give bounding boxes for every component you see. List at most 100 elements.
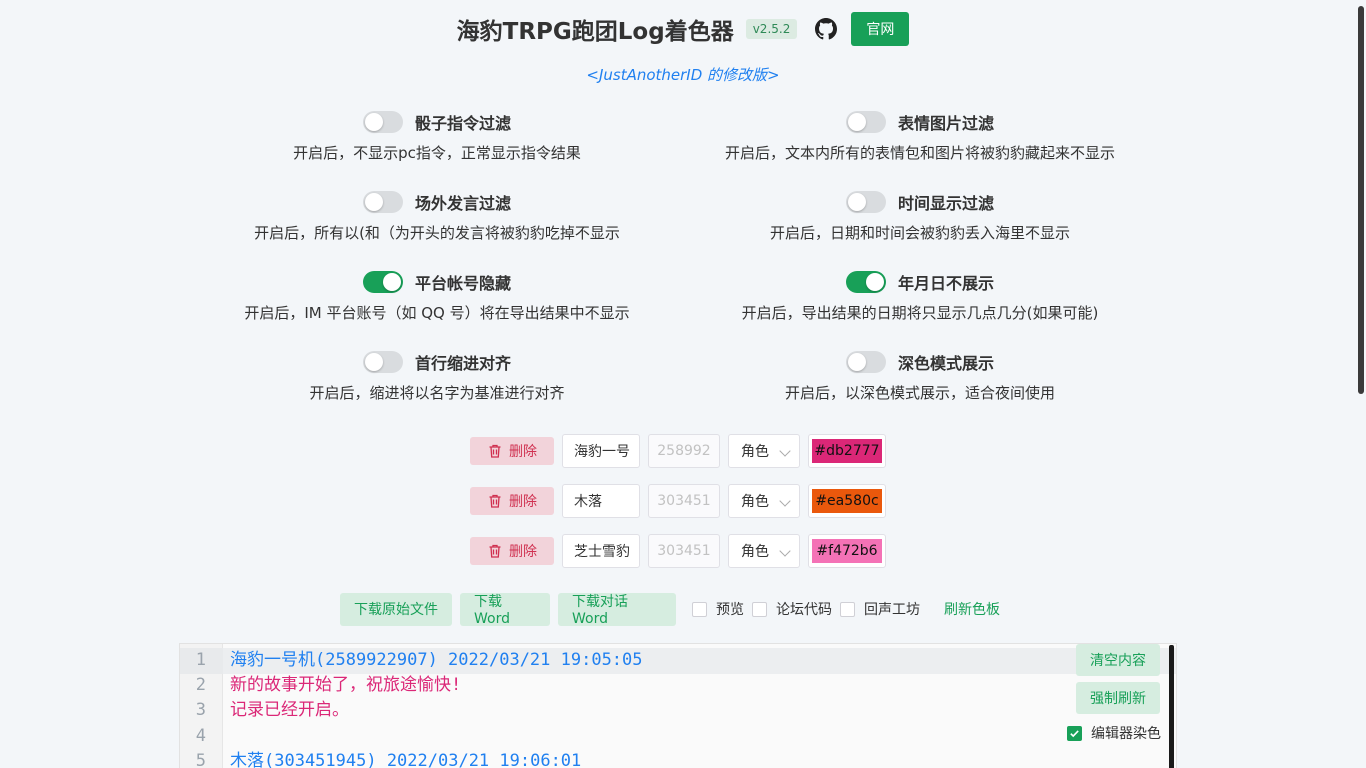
account-hide-switch[interactable] bbox=[362, 271, 403, 293]
color-picker[interactable]: #db2777 bbox=[808, 434, 886, 468]
color-value: #db2777 bbox=[812, 439, 882, 463]
role-value: 角色 bbox=[741, 494, 769, 510]
character-name-input[interactable]: 芝士雪豹 bbox=[562, 534, 640, 568]
version-badge: v2.5.2 bbox=[745, 19, 798, 39]
editor-color-checkbox[interactable]: 编辑器染色 bbox=[1067, 723, 1161, 743]
dice-filter-switch[interactable] bbox=[362, 111, 403, 133]
header: 海豹TRPG跑团Log着色器 v2.5.2 官网 bbox=[0, 10, 1366, 48]
option-title: 表情图片过滤 bbox=[897, 114, 994, 133]
line-number: 2 bbox=[195, 675, 206, 695]
option-desc: 开启后，导出结果的日期将只显示几点几分(如果可能) bbox=[741, 304, 1099, 322]
line-text: 新的故事开始了，祝旅途愉快! bbox=[230, 675, 462, 695]
github-icon[interactable] bbox=[815, 18, 838, 40]
option-desc: 开启后，IM 平台账号（如 QQ 号）将在导出结果中不显示 bbox=[244, 304, 630, 322]
date-hide-switch[interactable] bbox=[845, 271, 886, 293]
echo-workshop-checkbox[interactable]: 回声工坊 bbox=[840, 599, 920, 619]
action-bar: 下载原始文件 下载Word 下载对话Word 预览 论坛代码 回声工坊 刷新色板 bbox=[340, 592, 1000, 627]
chevron-down-icon bbox=[779, 495, 791, 507]
role-value: 角色 bbox=[741, 444, 769, 460]
role-select[interactable]: 角色 bbox=[728, 484, 800, 518]
character-id-input[interactable]: 258992 bbox=[648, 434, 720, 468]
official-site-button[interactable]: 官网 bbox=[851, 12, 910, 46]
delete-button[interactable]: 删除 bbox=[470, 487, 554, 515]
option-desc: 开启后，日期和时间会被豹豹丢入海里不显示 bbox=[769, 224, 1070, 242]
option-desc: 开启后，缩进将以名字为基准进行对齐 bbox=[309, 384, 565, 402]
checkbox-box[interactable] bbox=[1067, 725, 1082, 741]
delete-label: 删除 bbox=[509, 494, 537, 510]
checkbox-box[interactable] bbox=[840, 601, 855, 617]
option-title: 年月日不展示 bbox=[897, 274, 994, 293]
download-raw-button[interactable]: 下载原始文件 bbox=[340, 592, 452, 626]
option-account-hide: 平台帐号隐藏 开启后，IM 平台账号（如 QQ 号）将在导出结果中不显示 bbox=[157, 270, 717, 323]
preview-checkbox[interactable]: 预览 bbox=[692, 599, 744, 619]
line-number: 4 bbox=[195, 726, 206, 746]
page-title: 海豹TRPG跑团Log着色器 bbox=[456, 19, 734, 45]
option-desc: 开启后，不显示pc指令，正常显示指令结果 bbox=[293, 144, 581, 162]
option-title: 场外发言过滤 bbox=[414, 194, 511, 213]
refresh-palette-link[interactable]: 刷新色板 bbox=[944, 599, 1000, 619]
role-value: 角色 bbox=[741, 544, 769, 560]
character-row: 删除 海豹一号 258992 角色 #db2777 bbox=[470, 434, 886, 468]
checkbox-label: 论坛代码 bbox=[776, 602, 832, 618]
line-number: 5 bbox=[195, 751, 206, 768]
page-scrollbar-thumb[interactable] bbox=[1358, 6, 1364, 394]
option-title: 平台帐号隐藏 bbox=[414, 274, 511, 293]
color-value: #f472b6 bbox=[812, 539, 882, 563]
option-dark-mode: 深色模式展示 开启后，以深色模式展示，适合夜间使用 bbox=[640, 350, 1200, 403]
editor-line: 3 记录已经开启。 bbox=[180, 698, 1170, 723]
dark-mode-switch[interactable] bbox=[845, 351, 886, 373]
download-dialog-word-button[interactable]: 下载对话Word bbox=[558, 592, 676, 627]
checkbox-label: 回声工坊 bbox=[864, 602, 920, 618]
line-text: 木落(303451945) 2022/03/21 19:06:01 bbox=[230, 751, 582, 768]
log-editor[interactable]: 1 海豹一号机(2589922907) 2022/03/21 19:05:05 … bbox=[179, 643, 1177, 768]
option-title: 时间显示过滤 bbox=[897, 194, 994, 213]
option-desc: 开启后，以深色模式展示，适合夜间使用 bbox=[784, 384, 1055, 402]
delete-label: 删除 bbox=[509, 544, 537, 560]
trash-icon bbox=[489, 444, 501, 458]
character-row: 删除 木落 303451 角色 #ea580c bbox=[470, 484, 886, 518]
character-name-input[interactable]: 海豹一号 bbox=[562, 434, 640, 468]
time-filter-switch[interactable] bbox=[845, 191, 886, 213]
character-row: 删除 芝士雪豹 303451 角色 #f472b6 bbox=[470, 534, 886, 568]
force-refresh-button[interactable]: 强制刷新 bbox=[1076, 682, 1160, 714]
option-date-hide: 年月日不展示 开启后，导出结果的日期将只显示几点几分(如果可能) bbox=[640, 270, 1200, 323]
checkbox-label: 编辑器染色 bbox=[1091, 726, 1161, 742]
editor-line: 1 海豹一号机(2589922907) 2022/03/21 19:05:05 bbox=[180, 648, 1170, 673]
line-number: 3 bbox=[195, 700, 206, 720]
character-name-input[interactable]: 木落 bbox=[562, 484, 640, 518]
download-word-button[interactable]: 下载Word bbox=[460, 592, 550, 627]
option-desc: 开启后，文本内所有的表情包和图片将被豹豹藏起来不显示 bbox=[724, 144, 1115, 162]
forum-code-checkbox[interactable]: 论坛代码 bbox=[752, 599, 832, 619]
color-picker[interactable]: #ea580c bbox=[808, 484, 886, 518]
checkbox-label: 预览 bbox=[716, 602, 744, 618]
option-emoji-filter: 表情图片过滤 开启后，文本内所有的表情包和图片将被豹豹藏起来不显示 bbox=[640, 110, 1200, 163]
option-dice-filter: 骰子指令过滤 开启后，不显示pc指令，正常显示指令结果 bbox=[157, 110, 717, 163]
editor-scrollbar[interactable] bbox=[1169, 645, 1174, 768]
checkbox-box[interactable] bbox=[692, 601, 707, 617]
clear-content-button[interactable]: 清空内容 bbox=[1076, 644, 1160, 676]
character-id-input[interactable]: 303451 bbox=[648, 534, 720, 568]
delete-button[interactable]: 删除 bbox=[470, 437, 554, 465]
option-title: 骰子指令过滤 bbox=[414, 114, 511, 133]
subtitle-link[interactable]: <JustAnotherID 的修改版> bbox=[0, 64, 1366, 85]
role-select[interactable]: 角色 bbox=[728, 534, 800, 568]
character-id-input[interactable]: 303451 bbox=[648, 484, 720, 518]
chevron-down-icon bbox=[779, 545, 791, 557]
indent-align-switch[interactable] bbox=[362, 351, 403, 373]
check-icon bbox=[1070, 729, 1079, 737]
checkbox-box[interactable] bbox=[752, 601, 767, 617]
editor-line: 2 新的故事开始了，祝旅途愉快! bbox=[180, 673, 1170, 698]
line-text: 记录已经开启。 bbox=[230, 700, 349, 720]
chevron-down-icon bbox=[779, 445, 791, 457]
option-title: 深色模式展示 bbox=[897, 354, 994, 373]
editor-line: 5 木落(303451945) 2022/03/21 19:06:01 bbox=[180, 749, 1170, 768]
option-offtopic-filter: 场外发言过滤 开启后，所有以(和（为开头的发言将被豹豹吃掉不显示 bbox=[157, 190, 717, 243]
option-desc: 开启后，所有以(和（为开头的发言将被豹豹吃掉不显示 bbox=[254, 224, 620, 242]
emoji-filter-switch[interactable] bbox=[845, 111, 886, 133]
role-select[interactable]: 角色 bbox=[728, 434, 800, 468]
offtopic-filter-switch[interactable] bbox=[362, 191, 403, 213]
delete-button[interactable]: 删除 bbox=[470, 537, 554, 565]
option-title: 首行缩进对齐 bbox=[414, 354, 511, 373]
color-picker[interactable]: #f472b6 bbox=[808, 534, 886, 568]
editor-line: 4 bbox=[180, 724, 1170, 749]
